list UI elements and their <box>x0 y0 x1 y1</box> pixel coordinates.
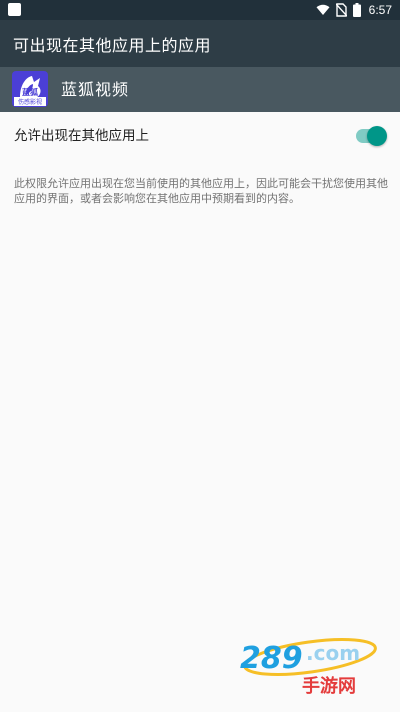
wifi-icon <box>316 4 330 15</box>
status-time: 6:57 <box>368 3 392 17</box>
app-icon: 伤感影视 蓝狐 <box>12 71 48 107</box>
no-sim-icon <box>335 3 347 17</box>
watermark-number: 289 <box>240 641 303 676</box>
allow-overlay-setting-row[interactable]: 允许出现在其他应用上 <box>0 112 400 160</box>
status-bar: 6:57 <box>0 0 400 20</box>
toolbar: 可出现在其他应用上的应用 <box>0 20 400 67</box>
fox-logo-icon: 伤感影视 蓝狐 <box>12 71 48 107</box>
toggle-thumb <box>367 126 387 146</box>
permission-description: 此权限允许应用出现在您当前使用的其他应用上，因此可能会干扰您使用其他应用的界面，… <box>14 177 388 205</box>
page-title: 可出现在其他应用上的应用 <box>13 35 212 55</box>
status-icons: 6:57 <box>316 0 392 20</box>
site-watermark: 289 .com 手游网 <box>240 638 377 697</box>
battery-icon <box>352 3 361 17</box>
allow-overlay-toggle[interactable] <box>356 126 387 146</box>
app-icon-text: 蓝狐 <box>22 87 38 97</box>
watermark-domain: .com <box>306 641 360 665</box>
app-name: 蓝狐视频 <box>61 80 130 99</box>
watermark-caption: 手游网 <box>302 675 356 697</box>
allow-overlay-label: 允许出现在其他应用上 <box>14 128 149 144</box>
app-header: 伤感影视 蓝狐 蓝狐视频 <box>0 67 400 112</box>
notification-icon <box>8 3 21 16</box>
app-icon-subtext: 伤感影视 <box>18 98 42 106</box>
